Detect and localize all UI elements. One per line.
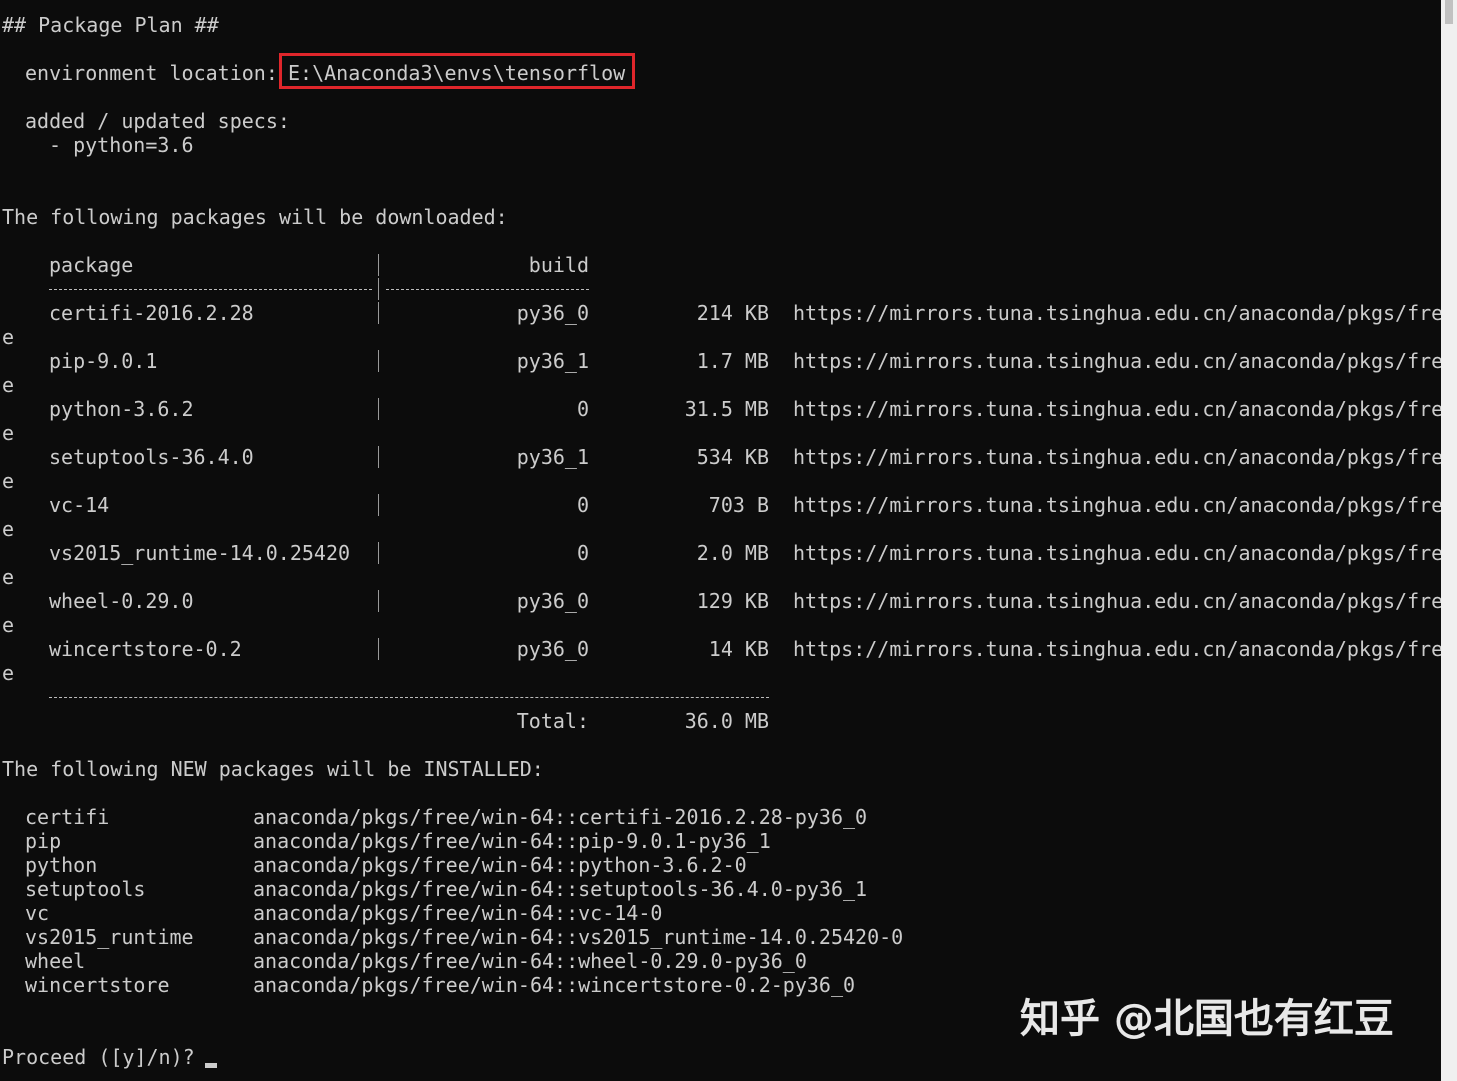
install-name: certifi bbox=[25, 805, 109, 829]
total-rule bbox=[0, 685, 48, 709]
package-build: 0 bbox=[380, 493, 589, 517]
package-name: certifi-2016.2.28 bbox=[49, 301, 254, 325]
column-separator bbox=[378, 302, 379, 324]
total-line: Total: 36.0 MB bbox=[0, 709, 48, 733]
table-header: package build bbox=[0, 253, 48, 277]
package-build: py36_0 bbox=[380, 301, 589, 325]
plan-header: ## Package Plan ## bbox=[0, 13, 48, 37]
install-name: vc bbox=[25, 901, 49, 925]
table-header-rule bbox=[0, 277, 48, 301]
package-name: wheel-0.29.0 bbox=[49, 589, 194, 613]
text-cursor bbox=[205, 1063, 217, 1068]
specs-label: added / updated specs: bbox=[0, 109, 48, 133]
column-package: package bbox=[49, 253, 133, 277]
package-size: 1.7 MB bbox=[600, 349, 769, 373]
package-url: https://mirrors.tuna.tsinghua.edu.cn/ana… bbox=[793, 541, 1441, 565]
install-name: wincertstore bbox=[25, 973, 170, 997]
package-build: py36_1 bbox=[380, 445, 589, 469]
install-spec: anaconda/pkgs/free/win-64::wheel-0.29.0-… bbox=[253, 949, 807, 973]
install-spec: anaconda/pkgs/free/win-64::wincertstore-… bbox=[253, 973, 855, 997]
install-spec: anaconda/pkgs/free/win-64::setuptools-36… bbox=[253, 877, 867, 901]
package-size: 703 B bbox=[600, 493, 769, 517]
total-value: 36.0 MB bbox=[600, 709, 769, 733]
install-heading: The following NEW packages will be INSTA… bbox=[0, 757, 48, 781]
column-separator bbox=[378, 542, 379, 564]
package-name: wincertstore-0.2 bbox=[49, 637, 242, 661]
url-wrap-char: e bbox=[2, 421, 14, 445]
download-heading: The following packages will be downloade… bbox=[0, 205, 48, 229]
install-spec: anaconda/pkgs/free/win-64::vs2015_runtim… bbox=[253, 925, 903, 949]
environment-location-line: environment location: E:\Anaconda3\envs\… bbox=[0, 61, 48, 85]
column-separator bbox=[378, 398, 379, 420]
package-build: py36_0 bbox=[380, 589, 589, 613]
package-size: 214 KB bbox=[600, 301, 769, 325]
package-build: py36_1 bbox=[380, 349, 589, 373]
vertical-scrollbar[interactable] bbox=[1441, 0, 1457, 1081]
package-name: pip-9.0.1 bbox=[49, 349, 157, 373]
url-wrap-char: e bbox=[2, 373, 14, 397]
package-build: py36_0 bbox=[380, 637, 589, 661]
column-separator bbox=[378, 446, 379, 468]
package-size: 129 KB bbox=[600, 589, 769, 613]
column-separator bbox=[378, 638, 379, 660]
package-url: https://mirrors.tuna.tsinghua.edu.cn/ana… bbox=[793, 637, 1441, 661]
zhihu-watermark: 知乎 @北国也有红豆 bbox=[1020, 993, 1394, 1045]
column-separator bbox=[378, 494, 379, 516]
install-name: vs2015_runtime bbox=[25, 925, 194, 949]
url-wrap-char: e bbox=[2, 565, 14, 589]
scrollbar-thumb[interactable] bbox=[1445, 0, 1453, 24]
column-separator bbox=[378, 254, 379, 276]
package-url: https://mirrors.tuna.tsinghua.edu.cn/ana… bbox=[793, 349, 1441, 373]
total-label: Total: bbox=[380, 709, 589, 733]
package-url: https://mirrors.tuna.tsinghua.edu.cn/ana… bbox=[793, 301, 1441, 325]
url-wrap-char: e bbox=[2, 613, 14, 637]
package-url: https://mirrors.tuna.tsinghua.edu.cn/ana… bbox=[793, 493, 1441, 517]
package-size: 31.5 MB bbox=[600, 397, 769, 421]
url-wrap-char: e bbox=[2, 517, 14, 541]
package-build: 0 bbox=[380, 541, 589, 565]
package-build: 0 bbox=[380, 397, 589, 421]
column-separator bbox=[378, 590, 379, 612]
install-spec: anaconda/pkgs/free/win-64::vc-14-0 bbox=[253, 901, 662, 925]
env-label: environment location: bbox=[25, 61, 278, 85]
install-spec: anaconda/pkgs/free/win-64::python-3.6.2-… bbox=[253, 853, 747, 877]
terminal-window[interactable]: ## Package Plan ## environment location:… bbox=[0, 0, 1441, 1081]
install-spec: anaconda/pkgs/free/win-64::certifi-2016.… bbox=[253, 805, 867, 829]
install-name: python bbox=[25, 853, 97, 877]
package-url: https://mirrors.tuna.tsinghua.edu.cn/ana… bbox=[793, 445, 1441, 469]
column-build: build bbox=[380, 253, 589, 277]
install-name: setuptools bbox=[25, 877, 145, 901]
package-size: 14 KB bbox=[600, 637, 769, 661]
package-size: 534 KB bbox=[600, 445, 769, 469]
package-name: vc-14 bbox=[49, 493, 109, 517]
install-name: wheel bbox=[25, 949, 85, 973]
env-highlight-box bbox=[279, 53, 635, 89]
package-name: setuptools-36.4.0 bbox=[49, 445, 254, 469]
package-name: python-3.6.2 bbox=[49, 397, 194, 421]
install-name: pip bbox=[25, 829, 61, 853]
spec-item: - python=3.6 bbox=[0, 133, 48, 157]
proceed-prompt[interactable]: Proceed ([y]/n)? bbox=[0, 1045, 48, 1069]
url-wrap-char: e bbox=[2, 469, 14, 493]
package-name: vs2015_runtime-14.0.25420 bbox=[49, 541, 350, 565]
url-wrap-char: e bbox=[2, 661, 14, 685]
package-url: https://mirrors.tuna.tsinghua.edu.cn/ana… bbox=[793, 397, 1441, 421]
package-size: 2.0 MB bbox=[600, 541, 769, 565]
package-url: https://mirrors.tuna.tsinghua.edu.cn/ana… bbox=[793, 589, 1441, 613]
column-separator bbox=[378, 350, 379, 372]
install-spec: anaconda/pkgs/free/win-64::pip-9.0.1-py3… bbox=[253, 829, 771, 853]
url-wrap-char: e bbox=[2, 325, 14, 349]
